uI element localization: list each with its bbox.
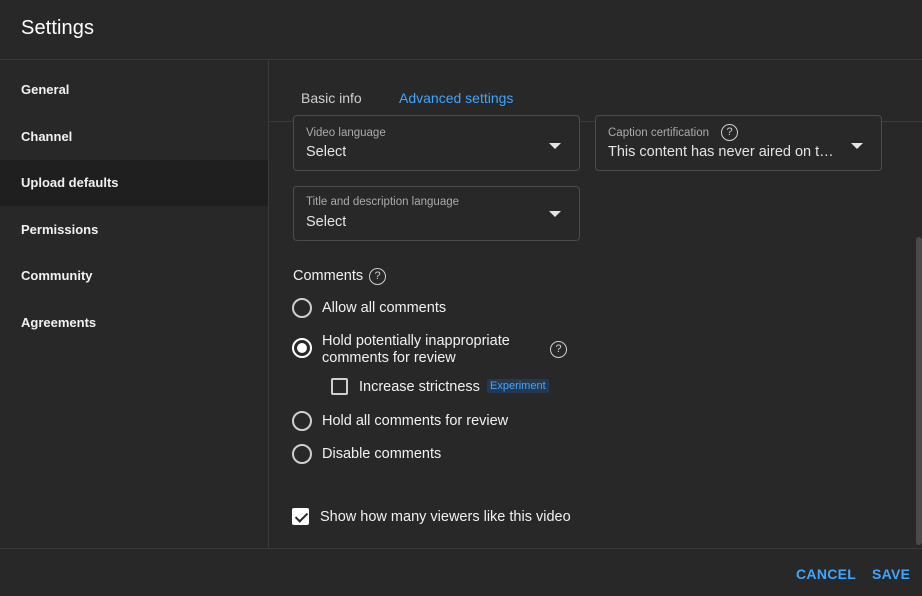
caption-certification-label: Caption certification bbox=[608, 127, 709, 139]
increase-strictness-checkbox[interactable] bbox=[331, 378, 348, 395]
experiment-badge: Experiment bbox=[487, 379, 549, 393]
sidebar-item-general[interactable]: General bbox=[0, 67, 268, 113]
dialog-title: Settings bbox=[21, 17, 95, 39]
help-icon[interactable]: ? bbox=[369, 268, 386, 285]
title-description-language-label: Title and description language bbox=[306, 196, 460, 208]
sidebar-item-agreements[interactable]: Agreements bbox=[0, 300, 268, 346]
caption-certification-dropdown[interactable]: Caption certification ? This content has… bbox=[595, 115, 882, 171]
help-icon[interactable]: ? bbox=[721, 124, 738, 141]
tab-advanced-settings[interactable]: Advanced settings bbox=[399, 90, 513, 106]
increase-strictness-label: Increase strictness bbox=[359, 379, 480, 395]
video-language-dropdown[interactable]: Video language Select bbox=[293, 115, 580, 171]
sidebar-item-community[interactable]: Community bbox=[0, 253, 268, 299]
caption-certification-value: This content has never aired on t… bbox=[608, 144, 834, 160]
disable-comments-label: Disable comments bbox=[322, 446, 442, 462]
settings-main-panel: Basic info Advanced settings Video langu… bbox=[270, 60, 922, 548]
chevron-down-icon bbox=[851, 143, 863, 149]
title-description-language-dropdown[interactable]: Title and description language Select bbox=[293, 186, 580, 241]
radio-disable-comments[interactable] bbox=[292, 444, 312, 464]
video-language-label: Video language bbox=[306, 127, 386, 139]
hold-potentially-inappropriate-label-line2: comments for review bbox=[322, 350, 456, 366]
title-description-language-value: Select bbox=[306, 214, 347, 230]
save-button[interactable]: SAVE bbox=[872, 566, 910, 582]
dialog-footer: CANCEL SAVE bbox=[0, 548, 922, 596]
comments-section-title: Comments bbox=[293, 268, 364, 284]
show-likes-checkbox[interactable] bbox=[292, 508, 309, 525]
sidebar-item-upload-defaults[interactable]: Upload defaults bbox=[0, 160, 268, 206]
radio-hold-potentially-inappropriate[interactable] bbox=[292, 338, 312, 358]
cancel-button[interactable]: CANCEL bbox=[796, 566, 856, 582]
radio-hold-all-comments[interactable] bbox=[292, 411, 312, 431]
dialog-header: Settings bbox=[0, 0, 922, 60]
video-language-value: Select bbox=[306, 144, 347, 160]
sidebar-item-permissions[interactable]: Permissions bbox=[0, 207, 268, 253]
tab-bar: Basic info Advanced settings bbox=[270, 60, 922, 122]
show-likes-label: Show how many viewers like this video bbox=[320, 509, 571, 525]
help-icon[interactable]: ? bbox=[550, 341, 567, 358]
hold-potentially-inappropriate-label-line1: Hold potentially inappropriate bbox=[322, 333, 510, 349]
radio-allow-all-comments[interactable] bbox=[292, 298, 312, 318]
scrollbar[interactable] bbox=[916, 237, 922, 545]
tab-basic-info[interactable]: Basic info bbox=[301, 90, 362, 106]
sidebar-item-channel[interactable]: Channel bbox=[0, 114, 268, 160]
chevron-down-icon bbox=[549, 143, 561, 149]
chevron-down-icon bbox=[549, 211, 561, 217]
hold-all-comments-label: Hold all comments for review bbox=[322, 413, 509, 429]
allow-all-comments-label: Allow all comments bbox=[322, 300, 447, 316]
settings-sidebar: General Channel Upload defaults Permissi… bbox=[0, 60, 269, 548]
